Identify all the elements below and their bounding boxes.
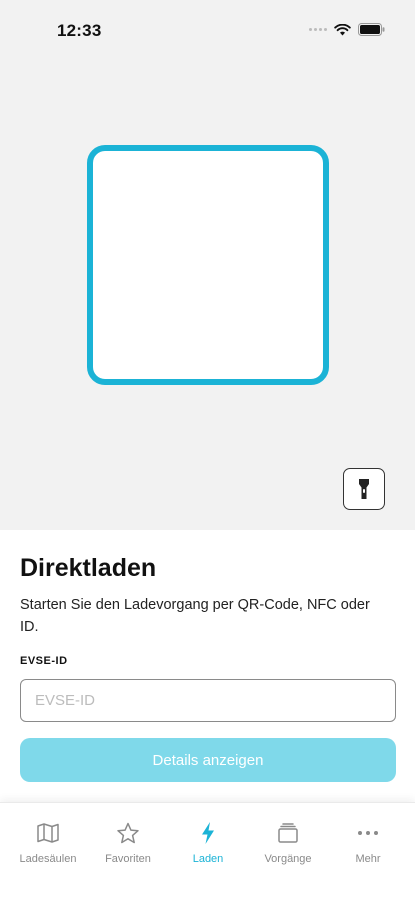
cellular-signal-icon <box>309 28 327 31</box>
page-title: Direktladen <box>20 554 157 582</box>
tab-favorites[interactable]: Favoriten <box>88 821 168 865</box>
star-icon <box>116 821 140 845</box>
tab-label: Mehr <box>355 853 381 865</box>
tab-label: Favoriten <box>105 853 151 865</box>
tab-charging-stations[interactable]: Ladesäulen <box>8 821 88 865</box>
status-icons <box>309 23 385 36</box>
qr-scan-frame <box>87 145 329 385</box>
show-details-button[interactable]: Details anzeigen <box>20 738 396 782</box>
tab-label: Ladesäulen <box>19 853 77 865</box>
tab-label: Vorgänge <box>264 853 312 865</box>
flashlight-icon <box>359 479 369 499</box>
battery-icon <box>358 23 385 36</box>
tab-bar: Ladesäulen Favoriten Laden Vorgänge Mehr <box>0 802 415 900</box>
qr-scanner-view[interactable] <box>0 62 415 530</box>
tab-charge[interactable]: Laden <box>168 821 248 865</box>
tab-sessions[interactable]: Vorgänge <box>248 821 328 865</box>
wifi-icon <box>334 23 351 35</box>
tab-more[interactable]: Mehr <box>328 821 408 865</box>
stack-icon <box>276 821 300 845</box>
status-bar: 12:33 <box>0 0 415 62</box>
evse-id-label: EVSE-ID <box>20 655 68 667</box>
map-icon <box>36 821 60 845</box>
page-description: Starten Sie den Ladevorgang per QR-Code,… <box>20 597 370 635</box>
lightning-icon <box>200 821 216 845</box>
status-time: 12:33 <box>57 21 102 40</box>
flashlight-button[interactable] <box>343 468 385 510</box>
direct-charge-panel: Direktladen Starten Sie den Ladevorgang … <box>0 530 415 802</box>
tab-label: Laden <box>192 853 224 865</box>
more-icon <box>356 821 380 845</box>
evse-id-input[interactable] <box>20 679 396 722</box>
